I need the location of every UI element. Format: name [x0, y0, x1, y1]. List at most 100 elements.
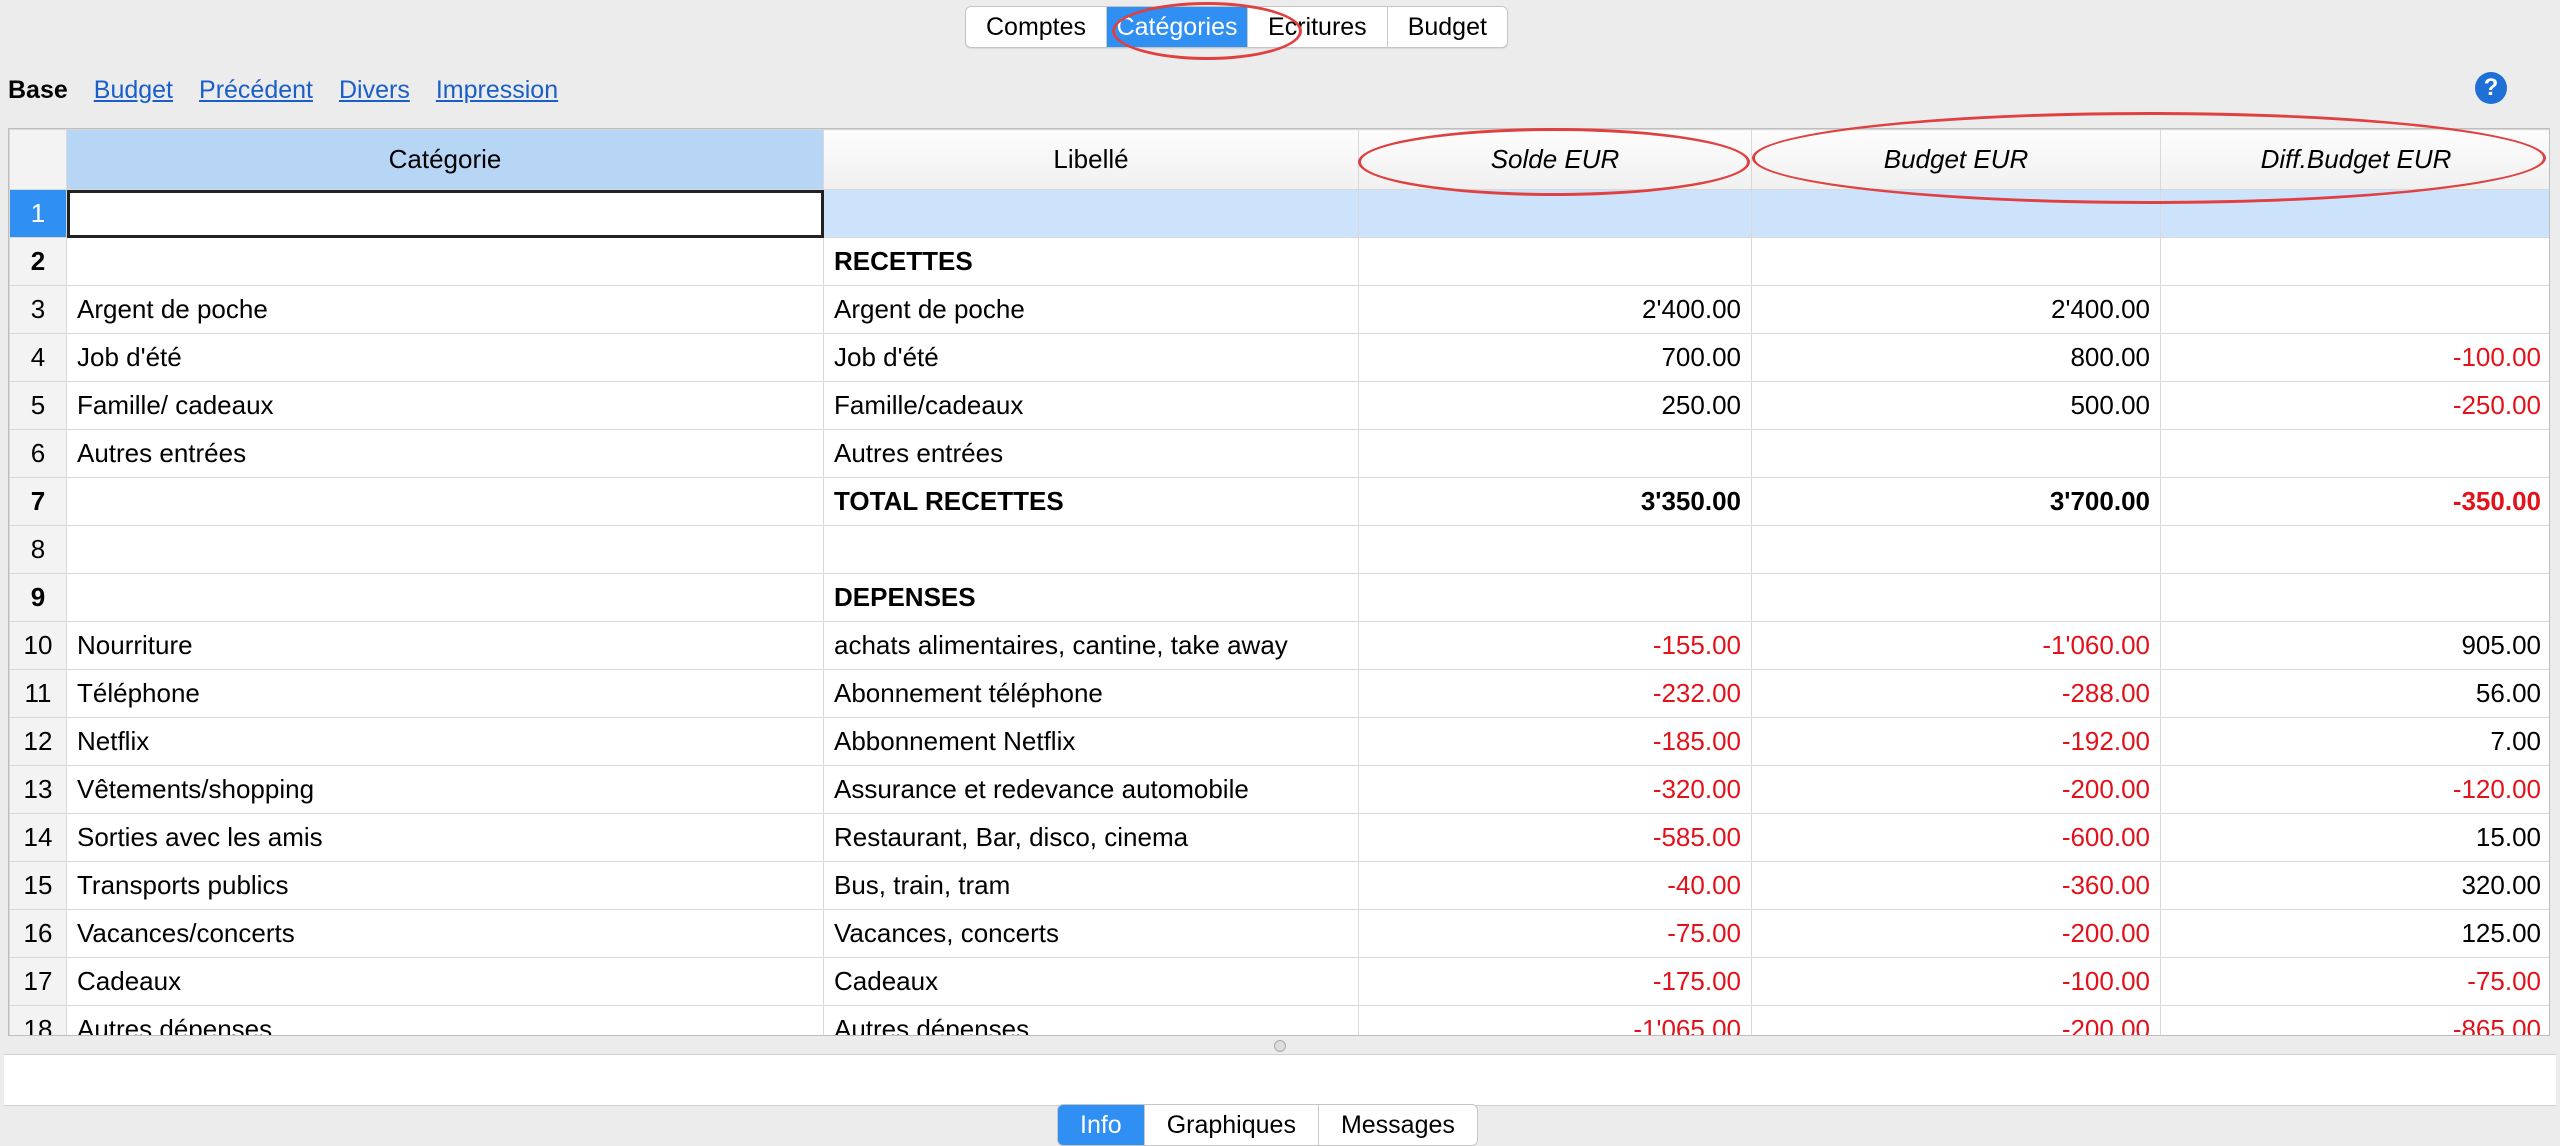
cell-budget[interactable]: -288.00	[1751, 669, 2161, 718]
row-number[interactable]: 3	[9, 285, 67, 334]
cell-budget[interactable]: -1'060.00	[1751, 621, 2161, 670]
cell-cat[interactable]: Famille/ cadeaux	[66, 381, 824, 430]
cell-lib[interactable]	[823, 525, 1359, 574]
row-number[interactable]: 2	[9, 237, 67, 286]
cell-solde[interactable]	[1358, 237, 1752, 286]
row-number[interactable]: 11	[9, 669, 67, 718]
cell-diff[interactable]: -120.00	[2160, 765, 2549, 814]
cell-budget[interactable]: 800.00	[1751, 333, 2161, 382]
cell-diff[interactable]: 125.00	[2160, 909, 2549, 958]
row-number[interactable]: 10	[9, 621, 67, 670]
cell-solde[interactable]	[1358, 525, 1752, 574]
cell-cat[interactable]: Vêtements/shopping	[66, 765, 824, 814]
cell-solde[interactable]: -585.00	[1358, 813, 1752, 862]
cell-budget[interactable]: 3'700.00	[1751, 477, 2161, 526]
cell-budget[interactable]: -600.00	[1751, 813, 2161, 862]
cell-solde[interactable]: -1'065.00	[1358, 1005, 1752, 1035]
cell-budget[interactable]: -360.00	[1751, 861, 2161, 910]
row-number[interactable]: 13	[9, 765, 67, 814]
cell-budget[interactable]	[1751, 573, 2161, 622]
cell-lib[interactable]: Argent de poche	[823, 285, 1359, 334]
cell-budget[interactable]	[1751, 429, 2161, 478]
cell-diff[interactable]: 905.00	[2160, 621, 2549, 670]
row-number[interactable]: 17	[9, 957, 67, 1006]
cell-cat[interactable]: Netflix	[66, 717, 824, 766]
row-number[interactable]: 14	[9, 813, 67, 862]
view-base[interactable]: Base	[8, 76, 68, 105]
cell-cat[interactable]: Sorties avec les amis	[66, 813, 824, 862]
cell-diff[interactable]: -250.00	[2160, 381, 2549, 430]
cell-lib[interactable]: Abbonnement Netflix	[823, 717, 1359, 766]
cell-cat[interactable]	[66, 525, 824, 574]
row-number[interactable]: 1	[9, 189, 67, 238]
tab-graphiques[interactable]: Graphiques	[1145, 1105, 1319, 1145]
cell-cat[interactable]: Cadeaux	[66, 957, 824, 1006]
cell-diff[interactable]	[2160, 429, 2549, 478]
cell-diff[interactable]	[2160, 573, 2549, 622]
cell-budget[interactable]: -100.00	[1751, 957, 2161, 1006]
cell-diff[interactable]: -100.00	[2160, 333, 2549, 382]
tab-ecritures[interactable]: Ecritures	[1248, 7, 1388, 47]
tab-comptes[interactable]: Comptes	[966, 7, 1108, 47]
cell-cat[interactable]	[66, 237, 824, 286]
cell-lib[interactable]	[823, 189, 1359, 238]
cell-solde[interactable]	[1358, 189, 1752, 238]
cell-lib[interactable]: DEPENSES	[823, 573, 1359, 622]
cell-cat[interactable]: Vacances/concerts	[66, 909, 824, 958]
row-number[interactable]: 5	[9, 381, 67, 430]
cell-budget[interactable]: 500.00	[1751, 381, 2161, 430]
cell-budget[interactable]	[1751, 237, 2161, 286]
view-link-precedent[interactable]: Précédent	[199, 76, 313, 105]
cell-diff[interactable]: 56.00	[2160, 669, 2549, 718]
row-number[interactable]: 18	[9, 1005, 67, 1035]
cell-lib[interactable]: Famille/cadeaux	[823, 381, 1359, 430]
tab-categories[interactable]: Catégories	[1107, 7, 1249, 47]
cell-lib[interactable]: RECETTES	[823, 237, 1359, 286]
view-link-impression[interactable]: Impression	[436, 76, 558, 105]
row-number[interactable]: 8	[9, 525, 67, 574]
cell-lib[interactable]: Restaurant, Bar, disco, cinema	[823, 813, 1359, 862]
cell-solde[interactable]: -175.00	[1358, 957, 1752, 1006]
cell-budget[interactable]: -200.00	[1751, 909, 2161, 958]
cell-solde[interactable]: -40.00	[1358, 861, 1752, 910]
cell-diff[interactable]	[2160, 285, 2549, 334]
cell-diff[interactable]: -350.00	[2160, 477, 2549, 526]
cell-cat[interactable]: Autres entrées	[66, 429, 824, 478]
cell-lib[interactable]: Assurance et redevance automobile	[823, 765, 1359, 814]
view-link-divers[interactable]: Divers	[339, 76, 410, 105]
cell-solde[interactable]: 700.00	[1358, 333, 1752, 382]
cell-cat[interactable]: Transports publics	[66, 861, 824, 910]
cell-cat[interactable]: Téléphone	[66, 669, 824, 718]
cell-lib[interactable]: TOTAL RECETTES	[823, 477, 1359, 526]
row-number[interactable]: 6	[9, 429, 67, 478]
splitter-handle[interactable]	[1274, 1040, 1286, 1052]
cell-diff[interactable]: -865.00	[2160, 1005, 2549, 1035]
cell-diff[interactable]	[2160, 189, 2549, 238]
cell-diff[interactable]: 320.00	[2160, 861, 2549, 910]
cell-cat[interactable]	[66, 573, 824, 622]
cell-lib[interactable]: Cadeaux	[823, 957, 1359, 1006]
row-number[interactable]: 4	[9, 333, 67, 382]
cell-budget[interactable]: 2'400.00	[1751, 285, 2161, 334]
cell-solde[interactable]: -75.00	[1358, 909, 1752, 958]
cell-budget[interactable]: -200.00	[1751, 1005, 2161, 1035]
cell-lib[interactable]: Bus, train, tram	[823, 861, 1359, 910]
cell-budget[interactable]	[1751, 525, 2161, 574]
cell-solde[interactable]	[1358, 429, 1752, 478]
cell-cat[interactable]: Autres dépenses	[66, 1005, 824, 1035]
cell-lib[interactable]: Abonnement téléphone	[823, 669, 1359, 718]
cell-lib[interactable]: Vacances, concerts	[823, 909, 1359, 958]
row-number[interactable]: 7	[9, 477, 67, 526]
cell-solde[interactable]: -320.00	[1358, 765, 1752, 814]
tab-info[interactable]: Info	[1058, 1105, 1145, 1145]
row-number[interactable]: 15	[9, 861, 67, 910]
column-header-categorie[interactable]: Catégorie	[66, 129, 824, 190]
view-link-budget[interactable]: Budget	[94, 76, 173, 105]
cell-cat[interactable]: Argent de poche	[66, 285, 824, 334]
column-header-diff-budget[interactable]: Diff.Budget EUR	[2160, 129, 2549, 190]
cell-budget[interactable]: -200.00	[1751, 765, 2161, 814]
cell-lib[interactable]: achats alimentaires, cantine, take away	[823, 621, 1359, 670]
cell-solde[interactable]: -185.00	[1358, 717, 1752, 766]
cell-solde[interactable]: 3'350.00	[1358, 477, 1752, 526]
row-number[interactable]: 16	[9, 909, 67, 958]
